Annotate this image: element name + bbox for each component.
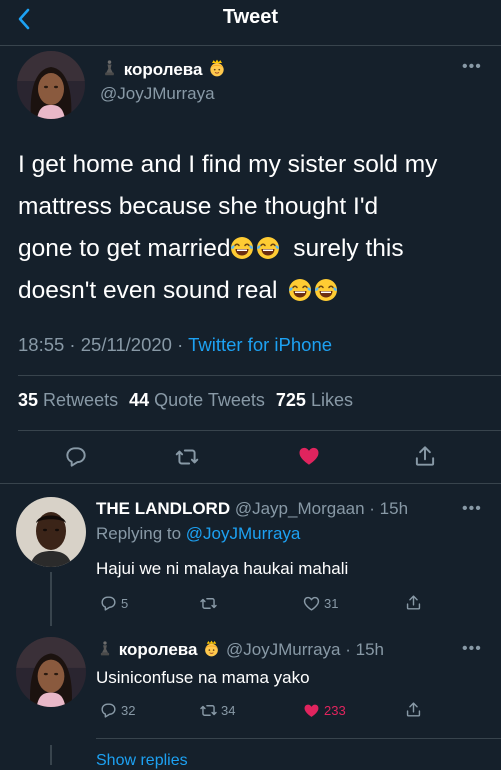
like-count: 31 (324, 596, 339, 611)
top-nav-bar: Tweet (0, 0, 501, 46)
tears-of-joy-emoji-icon (230, 236, 254, 260)
engagement-stats: 35 Retweets 44 Quote Tweets 725 Likes (18, 390, 353, 411)
reply-author-handle[interactable]: @Jayp_Morgaan (235, 499, 365, 518)
more-icon[interactable]: ••• (462, 500, 482, 518)
likes-label: Likes (310, 390, 353, 410)
retweet-icon[interactable] (174, 444, 200, 470)
replying-to-handle[interactable]: @JoyJMurraya (186, 524, 301, 543)
replying-to-label: Replying to (96, 524, 182, 543)
retweets-count: 35 (18, 390, 39, 410)
reply-avatar[interactable] (16, 497, 86, 567)
reply-author-handle[interactable]: @JoyJMurraya (226, 640, 341, 659)
reply-author-name[interactable]: королева (119, 640, 198, 659)
reply-time: · 15h (369, 499, 409, 518)
comment-icon (99, 594, 118, 613)
reply-reply-action[interactable]: 32 (99, 701, 135, 720)
tweet-text-line: I get home and I find my sister sold my (18, 151, 438, 178)
heart-icon (302, 701, 321, 720)
reply-count: 5 (121, 596, 129, 611)
tweet-time: 18:55 · 25/11/2020 · (18, 334, 189, 355)
tears-of-joy-emoji-icon (256, 236, 280, 260)
reply-like-action[interactable]: 31 (302, 594, 338, 613)
replying-to: Replying to @JoyJMurraya (96, 524, 300, 544)
reply-like-action[interactable]: 233 (302, 701, 346, 720)
author-name-text: королева (123, 60, 203, 79)
reply-share-action[interactable] (404, 593, 426, 612)
reply-time: · 15h (345, 640, 384, 659)
tweet-text-line: mattress because she thought I'd (18, 193, 379, 220)
tears-of-joy-emoji-icon (314, 278, 338, 302)
retweets-label: Retweets (43, 390, 119, 410)
page-title: Tweet (222, 6, 279, 28)
princess-emoji-icon (202, 639, 221, 658)
tweet-text-segment: surely this (293, 235, 404, 262)
chess-piece-icon (96, 640, 114, 658)
retweet-icon (199, 594, 218, 613)
comment-icon[interactable] (63, 444, 89, 470)
reply-avatar[interactable] (16, 637, 86, 707)
divider (18, 375, 501, 376)
divider (18, 430, 501, 431)
heart-icon (302, 594, 321, 613)
comment-icon (99, 701, 118, 720)
author-handle[interactable]: @JoyJMurraya (100, 84, 215, 104)
author-avatar[interactable] (17, 51, 85, 119)
divider (96, 738, 501, 739)
author-name[interactable]: королева (100, 58, 227, 80)
quotes-count: 44 (129, 390, 150, 410)
show-replies-link[interactable]: Show replies (96, 752, 188, 770)
tweet-text-segment: doesn't even sound real (18, 277, 278, 304)
quotes-label: Quote Tweets (154, 390, 265, 410)
reply-header: THE LANDLORD @Jayp_Morgaan · 15h (96, 499, 408, 519)
reply-count: 32 (121, 703, 136, 718)
reply-retweet-action[interactable]: 34 (199, 701, 235, 720)
divider (0, 483, 501, 484)
retweets-stat[interactable]: 35 Retweets (18, 390, 118, 410)
retweet-icon (199, 701, 218, 720)
more-icon[interactable]: ••• (462, 58, 482, 76)
share-icon[interactable] (412, 443, 438, 469)
tweet-text-segment: gone to get married (18, 235, 231, 262)
quotes-stat[interactable]: 44 Quote Tweets (129, 390, 265, 410)
likes-count: 725 (275, 390, 306, 410)
reply-reply-action[interactable]: 5 (99, 594, 128, 613)
more-icon[interactable]: ••• (462, 640, 482, 658)
likes-stat[interactable]: 725 Likes (276, 390, 353, 410)
chess-piece-icon (100, 59, 119, 78)
reply-share-action[interactable] (404, 700, 426, 719)
retweet-count: 34 (221, 703, 236, 718)
tears-of-joy-emoji-icon (288, 278, 312, 302)
reply-header: королева @JoyJMurraya · 15h (96, 639, 384, 660)
heart-icon[interactable] (296, 443, 322, 469)
tweet-timestamp: 18:55 · 25/11/2020 · Twitter for iPhone (18, 334, 332, 356)
tweet-source-link[interactable]: Twitter for iPhone (188, 334, 332, 355)
princess-emoji-icon (207, 58, 227, 78)
thread-line (50, 745, 52, 765)
share-icon (404, 700, 423, 719)
reply-text: Usiniconfuse na mama yako (96, 668, 310, 687)
tweet-text-line: gone to get married surely this (18, 228, 493, 270)
reply-text: Hajui we ni malaya haukai mahali (96, 559, 349, 578)
like-count: 233 (324, 703, 346, 718)
reply-author-name[interactable]: THE LANDLORD (96, 499, 230, 518)
tweet-text: I get home and I find my sister sold my … (18, 144, 493, 312)
thread-line (50, 572, 52, 626)
share-icon (404, 593, 423, 612)
reply-retweet-action[interactable] (199, 594, 221, 613)
tweet-text-line: doesn't even sound real (18, 270, 493, 312)
